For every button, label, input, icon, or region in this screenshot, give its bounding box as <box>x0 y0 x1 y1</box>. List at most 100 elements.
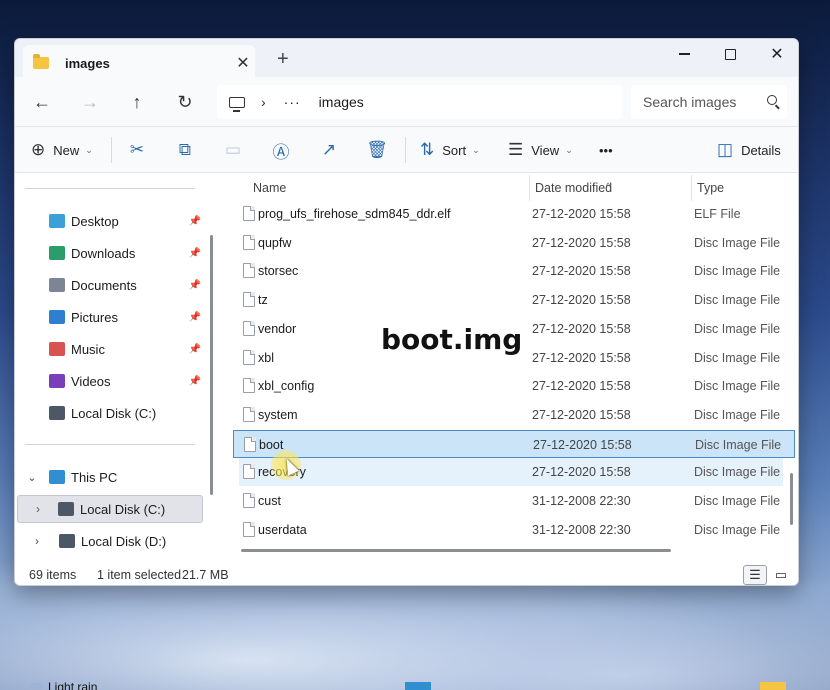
sidebar-item-videos[interactable]: Videos 📌 <box>15 367 205 395</box>
expand-chevron-icon[interactable]: › <box>18 502 58 516</box>
sidebar-item-label: This PC <box>71 469 118 485</box>
breadcrumb-overflow-button[interactable]: ··· <box>284 94 301 110</box>
pin-icon[interactable]: 📌 <box>189 376 201 387</box>
search-input[interactable] <box>643 94 755 110</box>
vertical-scrollbar[interactable] <box>790 473 793 525</box>
file-name: xbl_config <box>258 379 315 394</box>
share-button[interactable]: ↗ <box>314 137 344 163</box>
pin-icon[interactable]: 📌 <box>189 248 201 259</box>
view-button[interactable]: ☰ View ⌄ <box>508 137 573 163</box>
details-view-button[interactable]: ☰ <box>743 565 767 585</box>
expand-chevron-icon[interactable]: › <box>15 534 59 548</box>
sidebar-item-local-disk-d[interactable]: › Local Disk (D:) <box>15 527 205 555</box>
sidebar-item-pictures[interactable]: Pictures 📌 <box>15 303 205 331</box>
item-count: 69 items <box>29 568 77 582</box>
file-type: Disc Image File <box>694 379 781 394</box>
file-row[interactable]: boot 27-12-2020 15:58 Disc Image File <box>233 429 795 458</box>
tab-images[interactable]: images ✕ <box>23 45 255 81</box>
file-row[interactable]: recovery27-12-2020 15:58Disc Image File <box>239 458 783 487</box>
sidebar-item-label: Documents <box>71 277 137 293</box>
new-label: New <box>53 142 80 158</box>
column-header-type[interactable]: Type <box>697 181 724 195</box>
file-row[interactable]: storsec 27-12-2020 15:58 Disc Image File <box>239 257 783 285</box>
maximize-button[interactable] <box>707 39 753 69</box>
breadcrumb-current[interactable]: images <box>319 94 364 110</box>
sidebar-item-desktop[interactable]: Desktop 📌 <box>15 207 205 235</box>
sort-button[interactable]: ⇅ Sort ⌄ <box>420 137 480 163</box>
column-header-date-modified[interactable]: Date modified <box>535 181 612 195</box>
disk-icon <box>58 502 74 516</box>
navigation-bar: ← → ↑ ↻ › ··· images <box>15 77 798 127</box>
view-list-icon: ☰ <box>508 140 524 159</box>
cut-button[interactable]: ✂ <box>122 137 152 163</box>
sidebar-item-music[interactable]: Music 📌 <box>15 335 205 363</box>
expand-chevron-icon[interactable]: ⌄ <box>15 471 49 484</box>
column-divider[interactable] <box>691 175 692 201</box>
forward-button[interactable]: → <box>76 89 104 115</box>
address-bar[interactable]: › ··· images <box>217 85 622 119</box>
file-row[interactable]: userdata 31-12-2008 22:30 Disc Image File <box>239 516 783 544</box>
large-icons-view-button[interactable]: ▭ <box>769 565 793 585</box>
search-icon[interactable] <box>767 95 777 105</box>
rename-button[interactable]: Ⓐ <box>266 137 296 163</box>
sidebar-item-this-pc[interactable]: ⌄ This PC <box>15 463 205 491</box>
new-button[interactable]: ⊕ New ⌄ <box>31 137 93 163</box>
refresh-button[interactable]: ↻ <box>171 89 199 115</box>
tab-close-icon[interactable]: ✕ <box>231 53 255 73</box>
taskbar: Light rain <box>0 676 830 690</box>
file-row[interactable]: xbl_config 27-12-2020 15:58 Disc Image Fil… <box>239 372 783 400</box>
clipboard-icon: ▭ <box>224 140 242 159</box>
copy-button[interactable]: ⧉ <box>170 137 200 163</box>
toolbar-divider <box>111 137 112 163</box>
sidebar-item-downloads[interactable]: Downloads 📌 <box>15 239 205 267</box>
pin-icon[interactable]: 📌 <box>189 312 201 323</box>
column-divider[interactable] <box>529 175 530 201</box>
minimize-button[interactable] <box>661 39 707 69</box>
sidebar-item-local-disk-c[interactable]: Local Disk (C:) <box>15 399 205 427</box>
more-options-button[interactable]: ••• <box>599 137 613 163</box>
command-bar: ⊕ New ⌄ ✂ ⧉ ▭ Ⓐ ↗ 🗑 ⇅ Sort ⌄ ☰ View ⌄ ••… <box>15 127 798 173</box>
search-box[interactable] <box>631 85 787 119</box>
file-row[interactable]: system 27-12-2020 15:58 Disc Image File <box>239 401 783 429</box>
file-type: Disc Image File <box>695 437 782 452</box>
title-bar: images ✕ + ✕ <box>15 39 798 81</box>
sidebar-item-label: Desktop <box>71 213 119 229</box>
overlay-caption: boot.img <box>381 323 523 356</box>
file-row[interactable]: prog_ufs_firehose_sdm845_ddr.elf 27-12-20… <box>239 200 783 228</box>
pin-icon[interactable]: 📌 <box>189 344 201 355</box>
file-name: boot <box>259 437 284 452</box>
sidebar-scrollbar[interactable] <box>210 235 213 495</box>
file-explorer-taskbar-icon[interactable] <box>760 682 786 690</box>
file-name: qupfw <box>258 235 292 250</box>
pin-icon[interactable]: 📌 <box>189 216 201 227</box>
sidebar-item-local-disk-c[interactable]: › Local Disk (C:) <box>17 495 203 523</box>
sidebar-item-documents[interactable]: Documents 📌 <box>15 271 205 299</box>
file-date-modified: 27-12-2020 15:58 <box>532 465 631 480</box>
weather-widget[interactable]: Light rain <box>30 680 97 690</box>
pin-icon[interactable]: 📌 <box>189 280 201 291</box>
file-icon <box>243 320 255 336</box>
toolbar-divider <box>405 137 406 163</box>
delete-button[interactable]: 🗑 <box>362 137 392 163</box>
start-icon[interactable] <box>405 682 431 690</box>
copy-icon: ⧉ <box>178 140 192 159</box>
close-button[interactable]: ✕ <box>754 39 798 69</box>
paste-button[interactable]: ▭ <box>218 137 248 163</box>
details-pane-button[interactable]: ◫ Details <box>717 137 781 163</box>
file-row[interactable]: qupfw 27-12-2020 15:58 Disc Image File <box>239 229 783 257</box>
file-row[interactable]: tz 27-12-2020 15:58 Disc Image File <box>239 286 783 314</box>
file-row[interactable]: cust 31-12-2008 22:30 Disc Image File <box>239 487 783 515</box>
file-icon <box>243 406 255 422</box>
back-button[interactable]: ← <box>28 89 56 115</box>
breadcrumb-chevron-icon[interactable]: › <box>261 94 266 110</box>
sidebar-divider <box>25 188 195 189</box>
up-button[interactable]: ↑ <box>123 89 151 115</box>
cloud-rain-icon <box>30 683 42 690</box>
horizontal-scrollbar[interactable] <box>241 549 671 552</box>
share-icon: ↗ <box>321 140 337 159</box>
new-tab-button[interactable]: + <box>277 49 289 69</box>
file-icon <box>243 378 255 394</box>
column-header-name[interactable]: Name <box>253 181 286 195</box>
chevron-down-icon: ⌄ <box>565 144 573 155</box>
this-pc-icon[interactable] <box>229 96 245 112</box>
